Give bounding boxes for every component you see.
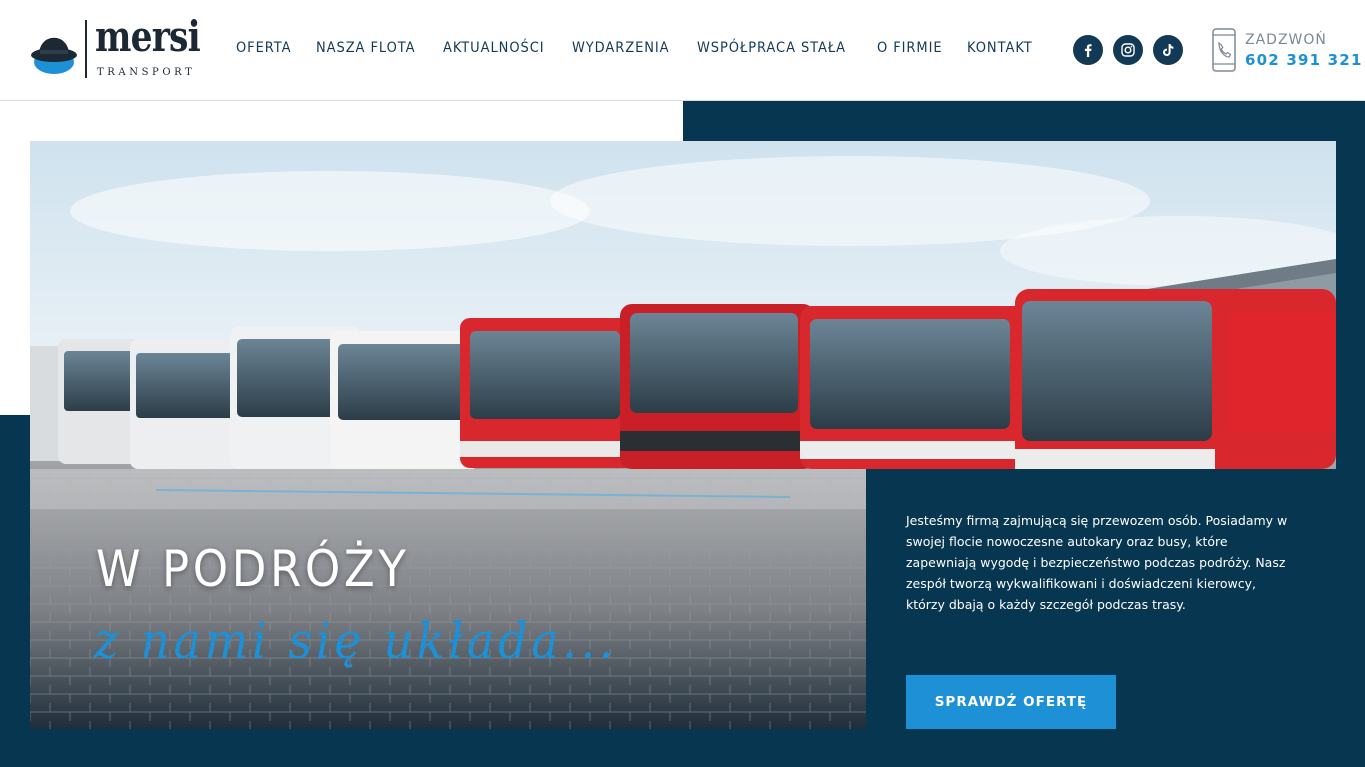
instagram-icon	[1121, 43, 1135, 57]
phone-number-link[interactable]: 602 391 321	[1245, 51, 1363, 69]
tiktok-link[interactable]	[1153, 35, 1183, 65]
logo-tagline: TRANSPORT	[97, 67, 196, 78]
nav-item-oferta[interactable]: OFERTA	[236, 40, 291, 62]
nav-item-o-firmie[interactable]: O FIRMIE	[877, 40, 943, 62]
check-offer-button[interactable]: SPRAWDŹ OFERTĘ	[906, 675, 1116, 729]
hero-description: Jesteśmy firmą zajmującą się przewozem o…	[906, 513, 1288, 612]
fleet-photo-illustration	[30, 141, 1336, 469]
call-label: ZADZWOŃ	[1245, 32, 1327, 48]
nav-item-kontakt[interactable]: KONTAKT	[967, 40, 1033, 62]
logo-divider	[85, 20, 87, 78]
bowler-hat-icon	[31, 37, 77, 74]
hero-fleet-photo	[30, 141, 1336, 469]
nav-item-wydarzenia[interactable]: WYDARZENIA	[572, 40, 670, 62]
paving-illustration	[30, 469, 866, 729]
logo-wordmark: mersi	[95, 12, 201, 61]
nav-item-aktualnosci[interactable]: AKTUALNOŚCI	[443, 40, 545, 62]
hero-title: W PODRÓŻY	[96, 540, 410, 598]
hero-subtitle: z nami się układa...	[94, 612, 618, 670]
site-header: mersi TRANSPORT OFERTA NASZA FLOTA AKTUA…	[0, 0, 1365, 101]
phone-icon	[1212, 28, 1236, 72]
instagram-link[interactable]	[1113, 35, 1143, 65]
hero-ground-photo	[30, 469, 866, 729]
brand-logo[interactable]: mersi TRANSPORT	[30, 12, 201, 82]
facebook-icon	[1084, 44, 1092, 57]
nav-item-wspolpraca-stala[interactable]: WSPÓŁPRACA STAŁA	[697, 40, 846, 62]
nav-item-nasza-flota[interactable]: NASZA FLOTA	[316, 40, 415, 62]
main-nav: OFERTA NASZA FLOTA AKTUALNOŚCI WYDARZENI…	[236, 40, 1038, 62]
facebook-link[interactable]	[1073, 35, 1103, 65]
tiktok-icon	[1163, 44, 1174, 56]
